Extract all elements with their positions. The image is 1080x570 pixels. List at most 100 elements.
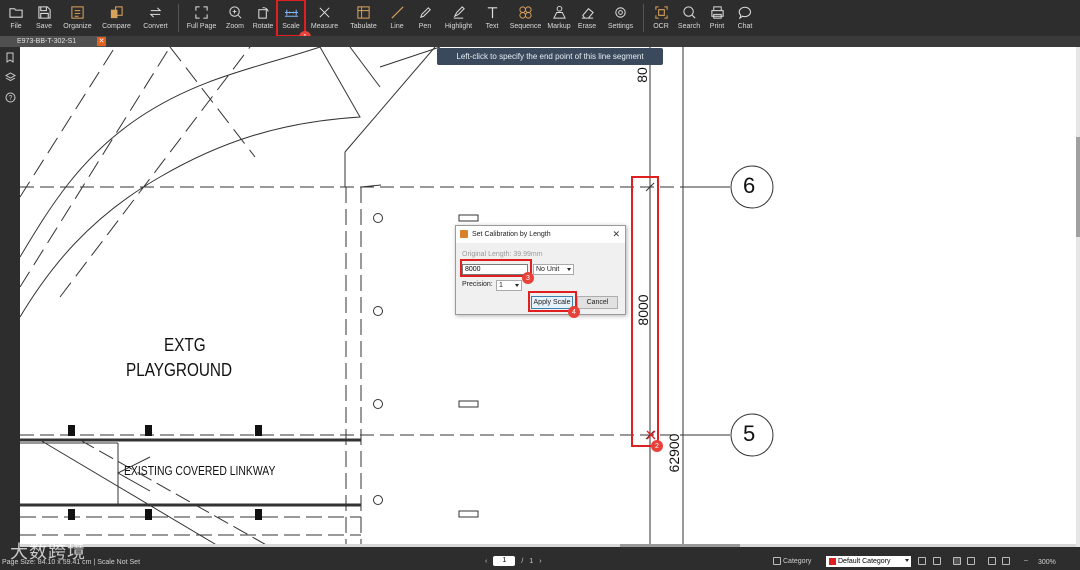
- chevron-down-icon: [905, 559, 909, 562]
- layers-icon[interactable]: [0, 67, 20, 87]
- convert-icon: [148, 4, 164, 20]
- select-icon[interactable]: [967, 557, 975, 565]
- toolbar-print-button[interactable]: Print: [703, 0, 731, 36]
- toolbar-highlight-button[interactable]: Highlight: [439, 0, 478, 36]
- toolbar-chat-button[interactable]: Chat: [731, 0, 759, 36]
- help-icon[interactable]: ?: [0, 87, 20, 107]
- eraser-icon: [579, 4, 595, 20]
- toolbar-sequence-button[interactable]: Sequence: [506, 0, 545, 36]
- cancel-button[interactable]: Cancel: [577, 296, 618, 309]
- unit-select-value: No Unit: [536, 266, 560, 273]
- tabulate-icon: [356, 4, 372, 20]
- page-total: 1: [529, 557, 534, 565]
- pen-icon: [417, 4, 433, 20]
- document-tab[interactable]: E973-BB-T-302-S1 ✕: [0, 36, 106, 47]
- category-select[interactable]: Default Category: [826, 556, 911, 567]
- step-badge-3: 3: [522, 272, 534, 284]
- left-panel: ?: [0, 47, 20, 547]
- double-page-icon[interactable]: [1002, 557, 1010, 565]
- dialog-close-icon[interactable]: ✕: [612, 226, 620, 243]
- toolbar-erase-button[interactable]: Erase: [573, 0, 601, 36]
- toolbar-button-label: Search: [677, 23, 701, 30]
- grid-label-5: 5: [743, 421, 756, 446]
- toolbar-button-label: Zoom: [226, 23, 244, 30]
- toolbar-rotate-button[interactable]: Rotate: [249, 0, 277, 36]
- unit-select[interactable]: No Unit: [533, 264, 574, 275]
- eye-icon[interactable]: [933, 557, 941, 565]
- drawing-label-linkway: EXISTING COVERED LINKWAY: [124, 463, 276, 478]
- folder-icon: [8, 4, 24, 20]
- toolbar-button-label: Tabulate: [350, 23, 377, 30]
- zoom-fit-icon[interactable]: [918, 557, 926, 565]
- zoom-icon: [227, 4, 243, 20]
- toolbar-tabulate-button[interactable]: Tabulate: [344, 0, 383, 36]
- precision-select[interactable]: 1: [496, 280, 522, 291]
- grid-label-6: 6: [743, 173, 756, 198]
- chevron-down-icon: [567, 268, 571, 271]
- measured-segment-highlight: [631, 176, 659, 447]
- sequence-icon: [518, 4, 534, 20]
- toolbar-zoom-button[interactable]: Zoom: [221, 0, 249, 36]
- toolbar-separator: [643, 4, 644, 32]
- toolbar-markup-button[interactable]: Markup: [545, 0, 573, 36]
- compare-icon: [109, 4, 125, 20]
- vertical-scrollbar[interactable]: [1076, 47, 1080, 547]
- toolbar-full-page-button[interactable]: Full Page: [182, 0, 221, 36]
- status-bar: Page Size: 84.10 x 59.41 cm | Scale Not …: [0, 547, 1080, 570]
- toolbar-ocr-button[interactable]: OCR: [647, 0, 675, 36]
- toolbar-button-label: Save: [36, 23, 52, 30]
- drawing-label-playground: PLAYGROUND: [126, 360, 232, 380]
- svg-text:?: ?: [8, 95, 12, 102]
- toolbar-button-label: Highlight: [444, 23, 473, 30]
- zoom-level[interactable]: 300%: [1038, 559, 1056, 566]
- toolbar-button-label: Full Page: [186, 23, 217, 30]
- toolbar-compare-button[interactable]: Compare: [97, 0, 136, 36]
- pan-hand-icon[interactable]: [953, 557, 961, 565]
- next-page-icon[interactable]: ›: [539, 558, 541, 565]
- toolbar-button-label: Pen: [418, 23, 432, 30]
- prev-page-icon[interactable]: ‹: [485, 558, 487, 565]
- category-label: Category: [783, 558, 812, 565]
- page-navigator: ‹ 1 / 1 ›: [485, 556, 542, 566]
- category-select-value: Default Category: [838, 558, 891, 565]
- toolbar-button-label: Convert: [143, 23, 168, 30]
- highlight-icon: [451, 4, 467, 20]
- toolbar-button-label: Settings: [607, 23, 634, 30]
- category-icon: [773, 557, 781, 565]
- toolbar-file-button[interactable]: File: [2, 0, 30, 36]
- search-icon: [681, 4, 697, 20]
- category-color-swatch: [829, 558, 836, 565]
- toolbar-button-label: Text: [485, 23, 499, 30]
- toolbar-separator: [178, 4, 179, 32]
- toolbar-convert-button[interactable]: Convert: [136, 0, 175, 36]
- document-tab-label: E973-BB-T-302-S1: [17, 38, 77, 45]
- main-toolbar: File Save Organize Compare Convert Full Page Z…: [0, 0, 1080, 43]
- settings-icon: [613, 4, 629, 20]
- save-icon: [36, 4, 52, 20]
- bookmark-icon[interactable]: [0, 47, 20, 67]
- toolbar-line-button[interactable]: Line: [383, 0, 411, 36]
- toolbar-search-button[interactable]: Search: [675, 0, 703, 36]
- toolbar-organize-button[interactable]: Organize: [58, 0, 97, 36]
- toolbar-button-label: File: [10, 23, 22, 30]
- toolbar-scale-button[interactable]: Scale1: [276, 0, 311, 43]
- page-number-input[interactable]: 1: [493, 556, 516, 566]
- instruction-tooltip: Left-click to specify the end point of t…: [437, 48, 663, 65]
- step-badge-2: 2: [651, 440, 663, 452]
- toolbar-button-label: Print: [709, 23, 725, 30]
- measure-icon: [317, 4, 333, 20]
- toolbar-text-button[interactable]: Text: [478, 0, 506, 36]
- close-tab-icon[interactable]: ✕: [97, 37, 106, 46]
- vertical-scroll-thumb[interactable]: [1076, 137, 1080, 237]
- precision-label: Precision:: [462, 281, 493, 288]
- zoom-out-icon[interactable]: –: [1024, 557, 1032, 565]
- toolbar-save-button[interactable]: Save: [30, 0, 58, 36]
- app-icon: [460, 230, 468, 238]
- single-page-icon[interactable]: [988, 557, 996, 565]
- precision-select-value: 1: [499, 282, 503, 289]
- toolbar-pen-button[interactable]: Pen: [411, 0, 439, 36]
- drawing-label-extg: EXTG: [164, 335, 206, 355]
- toolbar-settings-button[interactable]: Settings: [601, 0, 640, 36]
- toolbar-measure-button[interactable]: Measure: [305, 0, 344, 36]
- scale-status-text: Scale Not Set: [97, 559, 141, 566]
